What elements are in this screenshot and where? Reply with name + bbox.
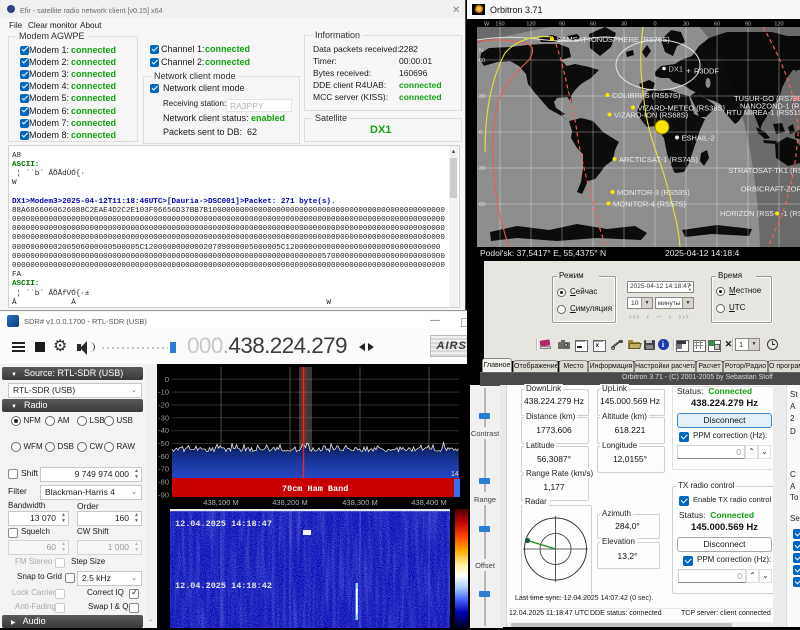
svg-text:60: 60 <box>479 58 485 64</box>
svg-text:150: 150 <box>495 22 504 28</box>
svg-text:VIZARD-ION (RS68S): VIZARD-ION (RS68S) <box>614 110 689 119</box>
svg-text:30: 30 <box>479 94 485 100</box>
svg-text:90: 90 <box>559 22 565 28</box>
svg-text:438,400 M: 438,400 M <box>411 498 446 507</box>
svg-text:60: 60 <box>714 22 720 28</box>
svg-text:0: 0 <box>479 130 482 136</box>
svg-text:12.04.2025 14:18:47: 12.04.2025 14:18:47 <box>175 519 272 529</box>
svg-text:HORIZON (RS5: HORIZON (RS5 <box>720 209 774 218</box>
svg-text:STRATOSAT-TK1 (RS52: STRATOSAT-TK1 (RS52 <box>728 166 800 175</box>
svg-text:-80: -80 <box>158 478 169 487</box>
svg-text:-1 (RS5: -1 (RS5 <box>781 209 800 218</box>
svg-text:MONITOR-4 (RS57S): MONITOR-4 (RS57S) <box>613 199 686 208</box>
svg-text:-60: -60 <box>158 452 169 461</box>
svg-text:-30: -30 <box>158 413 169 422</box>
svg-text:DX1: DX1 <box>669 65 684 74</box>
svg-text:12.04.2025 14:18:42: 12.04.2025 14:18:42 <box>175 581 272 591</box>
svg-text:ESHAIL-2: ESHAIL-2 <box>682 133 715 142</box>
svg-text:N: N <box>479 48 483 54</box>
svg-text:W: W <box>484 22 490 28</box>
svg-text:-10: -10 <box>158 388 169 397</box>
svg-text:438,300 M: 438,300 M <box>342 498 377 507</box>
svg-text:-70: -70 <box>158 465 169 474</box>
svg-text:-20: -20 <box>158 401 169 410</box>
svg-text:-90: -90 <box>158 490 169 499</box>
svg-text:30: 30 <box>479 166 485 172</box>
svg-text:ORBICRAFT-ZORKIY: ORBICRAFT-ZORKIY <box>741 185 800 194</box>
svg-text:120: 120 <box>774 22 783 28</box>
svg-text:0: 0 <box>165 375 169 384</box>
svg-text:+: + <box>686 67 691 76</box>
svg-text:SAMSAT-IONOSPHERE (RS76S): SAMSAT-IONOSPHERE (RS76S) <box>557 35 671 44</box>
svg-text:120: 120 <box>526 22 535 28</box>
svg-text:60: 60 <box>479 202 485 208</box>
svg-text:60: 60 <box>590 22 596 28</box>
svg-text:90: 90 <box>745 22 751 28</box>
svg-text:ARCTICSAT-1 (RS74S): ARCTICSAT-1 (RS74S) <box>619 155 699 164</box>
svg-text:-50: -50 <box>158 439 169 448</box>
svg-text:RTU MIREA-1 (RS51S): RTU MIREA-1 (RS51S) <box>727 108 800 117</box>
svg-text:0: 0 <box>653 22 656 28</box>
svg-text:438,200 M: 438,200 M <box>272 498 307 507</box>
svg-text:30: 30 <box>621 22 627 28</box>
svg-text:MONITOR-3 (RS59S): MONITOR-3 (RS59S) <box>617 188 690 197</box>
svg-text:438,100 M: 438,100 M <box>203 498 238 507</box>
svg-text:COLIBRI-S (RS57S): COLIBRI-S (RS57S) <box>612 91 681 100</box>
svg-text:70cm Ham Band: 70cm Ham Band <box>282 484 348 494</box>
svg-text:R3DDF: R3DDF <box>694 67 719 76</box>
svg-text:30: 30 <box>683 22 689 28</box>
svg-text:-40: -40 <box>158 426 169 435</box>
svg-text:14: 14 <box>451 471 459 478</box>
